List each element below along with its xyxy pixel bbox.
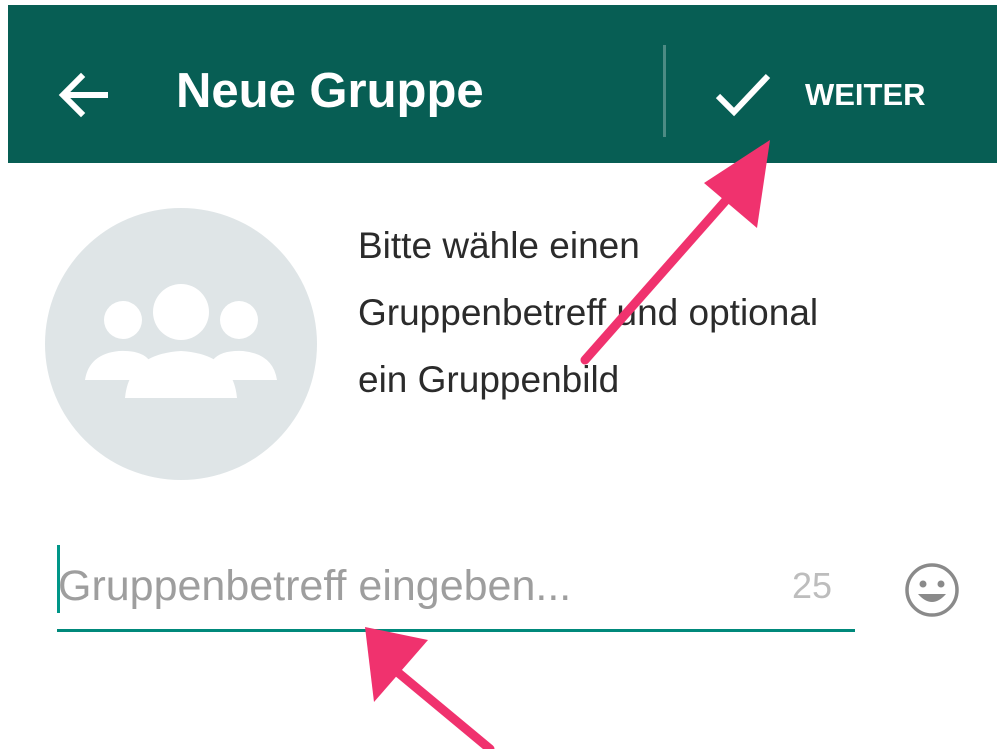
smiley-icon (905, 563, 959, 617)
instruction-line: ein Gruppenbild (358, 359, 620, 400)
instruction-line: Gruppenbetreff und optional (358, 292, 819, 333)
group-photo-picker[interactable] (45, 208, 317, 480)
page-title: Neue Gruppe (176, 64, 484, 118)
group-subject-input[interactable] (58, 555, 782, 617)
character-counter: 25 (792, 565, 833, 606)
emoji-button[interactable] (902, 560, 962, 620)
arrow-left-icon (58, 72, 108, 118)
app-bar: Neue Gruppe WEITER (8, 5, 997, 163)
checkmark-icon (715, 73, 771, 117)
subject-input-underline (57, 629, 855, 632)
text-cursor (57, 545, 60, 613)
instruction-text: Bitte wähle einen Gruppenbetreff und opt… (358, 212, 958, 413)
annotation-arrow-to-input (365, 627, 495, 749)
back-button[interactable] (53, 65, 113, 125)
instruction-line: Bitte wähle einen (358, 225, 640, 266)
group-people-icon (85, 284, 277, 398)
next-button-label: WEITER (805, 77, 926, 112)
toolbar-divider (663, 45, 666, 137)
